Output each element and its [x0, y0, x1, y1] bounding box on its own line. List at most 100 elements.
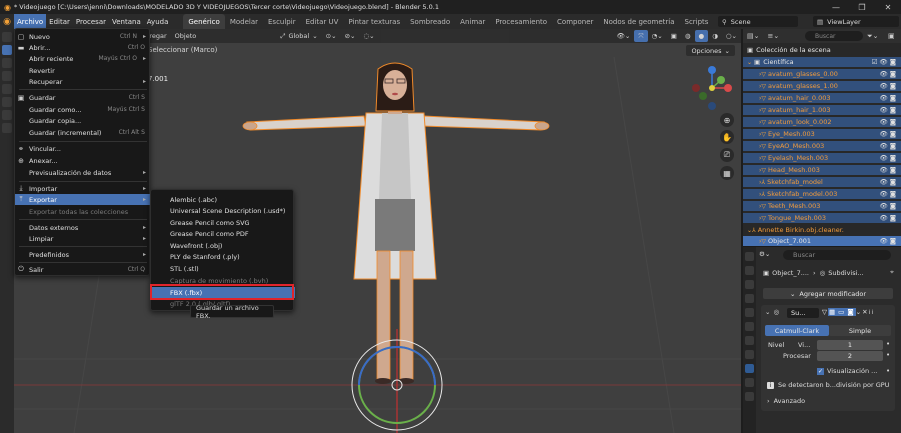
perspective-grid-icon[interactable]: ▦ [720, 166, 734, 180]
pan-hand-icon[interactable]: ✋ [720, 130, 734, 144]
visibility-camera-icons[interactable]: 👁◙ [879, 70, 898, 78]
shading-rendered-icon[interactable]: ○⌄ [722, 30, 741, 42]
menu-item-predefinidos[interactable]: Predefinidos ▸ [15, 249, 151, 260]
outliner-search-input[interactable]: Buscar [805, 31, 863, 41]
menu-ayuda[interactable]: Ayuda [144, 14, 172, 29]
transform-orientation-dropdown[interactable]: ⤢ Global ⌄ [276, 30, 321, 42]
outliner-row[interactable]: ›▽ Eye_Mesh.003 👁◙ [743, 129, 901, 139]
maximize-button[interactable]: ❐ [849, 0, 875, 14]
outliner-row[interactable]: ›▽ avatum_hair_0.003 👁◙ [743, 93, 901, 103]
tool-rotate-icon[interactable] [2, 71, 12, 81]
object-tab-icon[interactable] [745, 350, 754, 359]
snap-icon[interactable]: ⊘⌄ [341, 30, 360, 42]
menu-ventana[interactable]: Ventana [109, 14, 144, 29]
shading-wireframe-icon[interactable]: ◍ [681, 30, 695, 42]
visibility-camera-icons[interactable]: 👁◙ [879, 106, 898, 114]
export-ply[interactable]: PLY de Stanford (.ply) [151, 251, 295, 262]
visibility-camera-icons[interactable]: 👁◙ [879, 178, 898, 186]
tab-editar-uv[interactable]: Editar UV [301, 14, 344, 29]
outliner-row[interactable]: ›▽ avatum_hair_1.003 👁◙ [743, 105, 901, 115]
viewport-level-field[interactable]: 1 [817, 340, 883, 350]
menu-item-recuperar[interactable]: Recuperar ▸ [15, 76, 151, 87]
visibility-camera-icons[interactable]: 👁◙ [879, 214, 898, 222]
outliner-row[interactable]: ›⅄ Sketchfab_model.003 👁◙ [743, 189, 901, 199]
outliner-row[interactable]: ›▽ Head_Mesh.003 👁◙ [743, 165, 901, 175]
close-button[interactable]: ✕ [875, 0, 901, 14]
visibility-camera-icons[interactable]: 👁◙ [879, 118, 898, 126]
tool-transform-icon[interactable] [2, 97, 12, 107]
outliner-row[interactable]: ›▽ EyeAO_Mesh.003 👁◙ [743, 141, 901, 151]
simple-button[interactable]: Simple [829, 325, 891, 336]
filter-icon[interactable]: ≡⌄ [767, 32, 779, 40]
visibility-camera-icons[interactable]: 👁◙ [879, 142, 898, 150]
visibility-camera-icons[interactable]: 👁◙ [879, 166, 898, 174]
menu-procesar[interactable]: Procesar [73, 14, 109, 29]
pivot-point-icon[interactable]: ⊙⌄ [322, 30, 341, 42]
render-tab-icon[interactable] [745, 266, 754, 275]
visibility-camera-icons[interactable]: ☑👁◙ [872, 58, 898, 66]
avanzado-panel-header[interactable]: › Avanzado [767, 397, 805, 405]
edit-mode-icon[interactable]: ▦ [828, 308, 838, 316]
outliner-editor-icon[interactable]: ▤⌄ [747, 32, 759, 40]
menu-item-exportar-colecciones[interactable]: Exportar todas las colecciones [15, 206, 151, 217]
render-level-field[interactable]: 2 [817, 351, 883, 361]
tool-cursor-icon[interactable] [2, 45, 12, 55]
visibility-camera-icons[interactable]: 👁◙ [879, 130, 898, 138]
keyframe-dot-icon[interactable]: • [886, 351, 890, 359]
shading-material-icon[interactable]: ◑ [708, 30, 722, 42]
visibility-camera-icons[interactable]: 👁◙ [879, 154, 898, 162]
tool-scale-icon[interactable] [2, 84, 12, 94]
tool-annotate-icon[interactable] [2, 110, 12, 120]
realtime-monitor-icon[interactable]: ▭ [837, 308, 847, 316]
tab-scripts[interactable]: Scripts [680, 14, 714, 29]
tool-measure-icon[interactable] [2, 123, 12, 133]
navigation-gizmo[interactable] [688, 64, 736, 112]
menu-item-guardar-copia[interactable]: Guardar copia... [15, 115, 151, 126]
outliner-row-active[interactable]: ›▽ Object_7.001 👁◙ [743, 236, 901, 246]
pin-icon[interactable]: ⌖ [890, 268, 894, 277]
outliner-row-collection-2[interactable]: ⌄⅄ Annette Birkin.obj.cleaner. [743, 225, 901, 235]
outliner-row[interactable]: ›▽ Tongue_Mesh.003 👁◙ [743, 213, 901, 223]
visibility-camera-icons[interactable]: 👁◙ [879, 237, 898, 245]
particles-tab-icon[interactable] [745, 378, 754, 387]
modifier-toggle-icons[interactable]: ▽ ▦ ▭ ◙ ⌄ ✕ ⁞⁞ [822, 308, 875, 316]
checkbox-checked-icon[interactable]: ✓ [817, 367, 824, 375]
menu-item-revertir[interactable]: Revertir [15, 65, 151, 76]
collection-tab-icon[interactable] [745, 336, 754, 345]
collapse-chevron-icon[interactable]: ⌄ [765, 308, 770, 316]
overlays-icon[interactable]: ◔⌄ [648, 30, 667, 42]
menu-item-previsualizacion[interactable]: Previsualización de datos ▸ [15, 167, 151, 178]
menu-item-guardar-incremental[interactable]: Guardar (incremental) Ctrl Alt S [15, 127, 151, 138]
catmull-clark-button[interactable]: Catmull-Clark [765, 325, 829, 336]
scene-selector[interactable]: ⚲ Scene [718, 16, 798, 27]
output-tab-icon[interactable] [745, 280, 754, 289]
tab-sombreado[interactable]: Sombreado [405, 14, 455, 29]
tab-generico[interactable]: Genérico [183, 14, 225, 29]
new-collection-icon[interactable]: ▣ [888, 32, 895, 40]
outliner-row-collection[interactable]: ⌄ ▣ Científica ☑👁◙ [743, 57, 901, 67]
drag-handle-icon[interactable]: ⁞⁞ [869, 308, 875, 316]
editor-type-icon[interactable]: ⚙⌄ [759, 250, 770, 258]
tab-componer[interactable]: Componer [552, 14, 598, 29]
visibility-camera-icons[interactable]: 👁◙ [879, 190, 898, 198]
view-layer-selector[interactable]: ▤ ViewLayer [813, 16, 899, 27]
export-usd[interactable]: Universal Scene Description (.usd*) [151, 205, 295, 216]
tab-esculpir[interactable]: Esculpir [263, 14, 301, 29]
menu-item-guardar[interactable]: ▣ Guardar Ctrl S [15, 92, 151, 103]
tool-select-icon[interactable] [2, 32, 12, 42]
tool-move-icon[interactable] [2, 58, 12, 68]
visibility-icon[interactable]: 👁⌄ [613, 30, 635, 42]
outliner-row[interactable]: ›▽ Eyelash_Mesh.003 👁◙ [743, 153, 901, 163]
visibility-camera-icons[interactable]: 👁◙ [879, 94, 898, 102]
visibility-camera-icons[interactable]: 👁◙ [879, 202, 898, 210]
menu-item-salir[interactable]: ⏻ Salir Ctrl Q [15, 264, 151, 275]
export-grease-svg[interactable]: Grease Pencil como SVG [151, 217, 295, 228]
tab-modelar[interactable]: Modelar [225, 14, 263, 29]
zoom-icon[interactable]: ⊕ [720, 113, 734, 127]
export-stl[interactable]: STL (.stl) [151, 263, 295, 274]
expand-chevron-icon[interactable]: ⌄⅄ [747, 227, 756, 234]
modifier-wrench-icon[interactable] [745, 364, 754, 373]
physics-tab-icon[interactable] [745, 392, 754, 401]
menu-item-nuevo[interactable]: ▢ Nuevo Ctrl N ▸ [15, 31, 151, 42]
tool-tab-icon[interactable] [745, 252, 754, 261]
